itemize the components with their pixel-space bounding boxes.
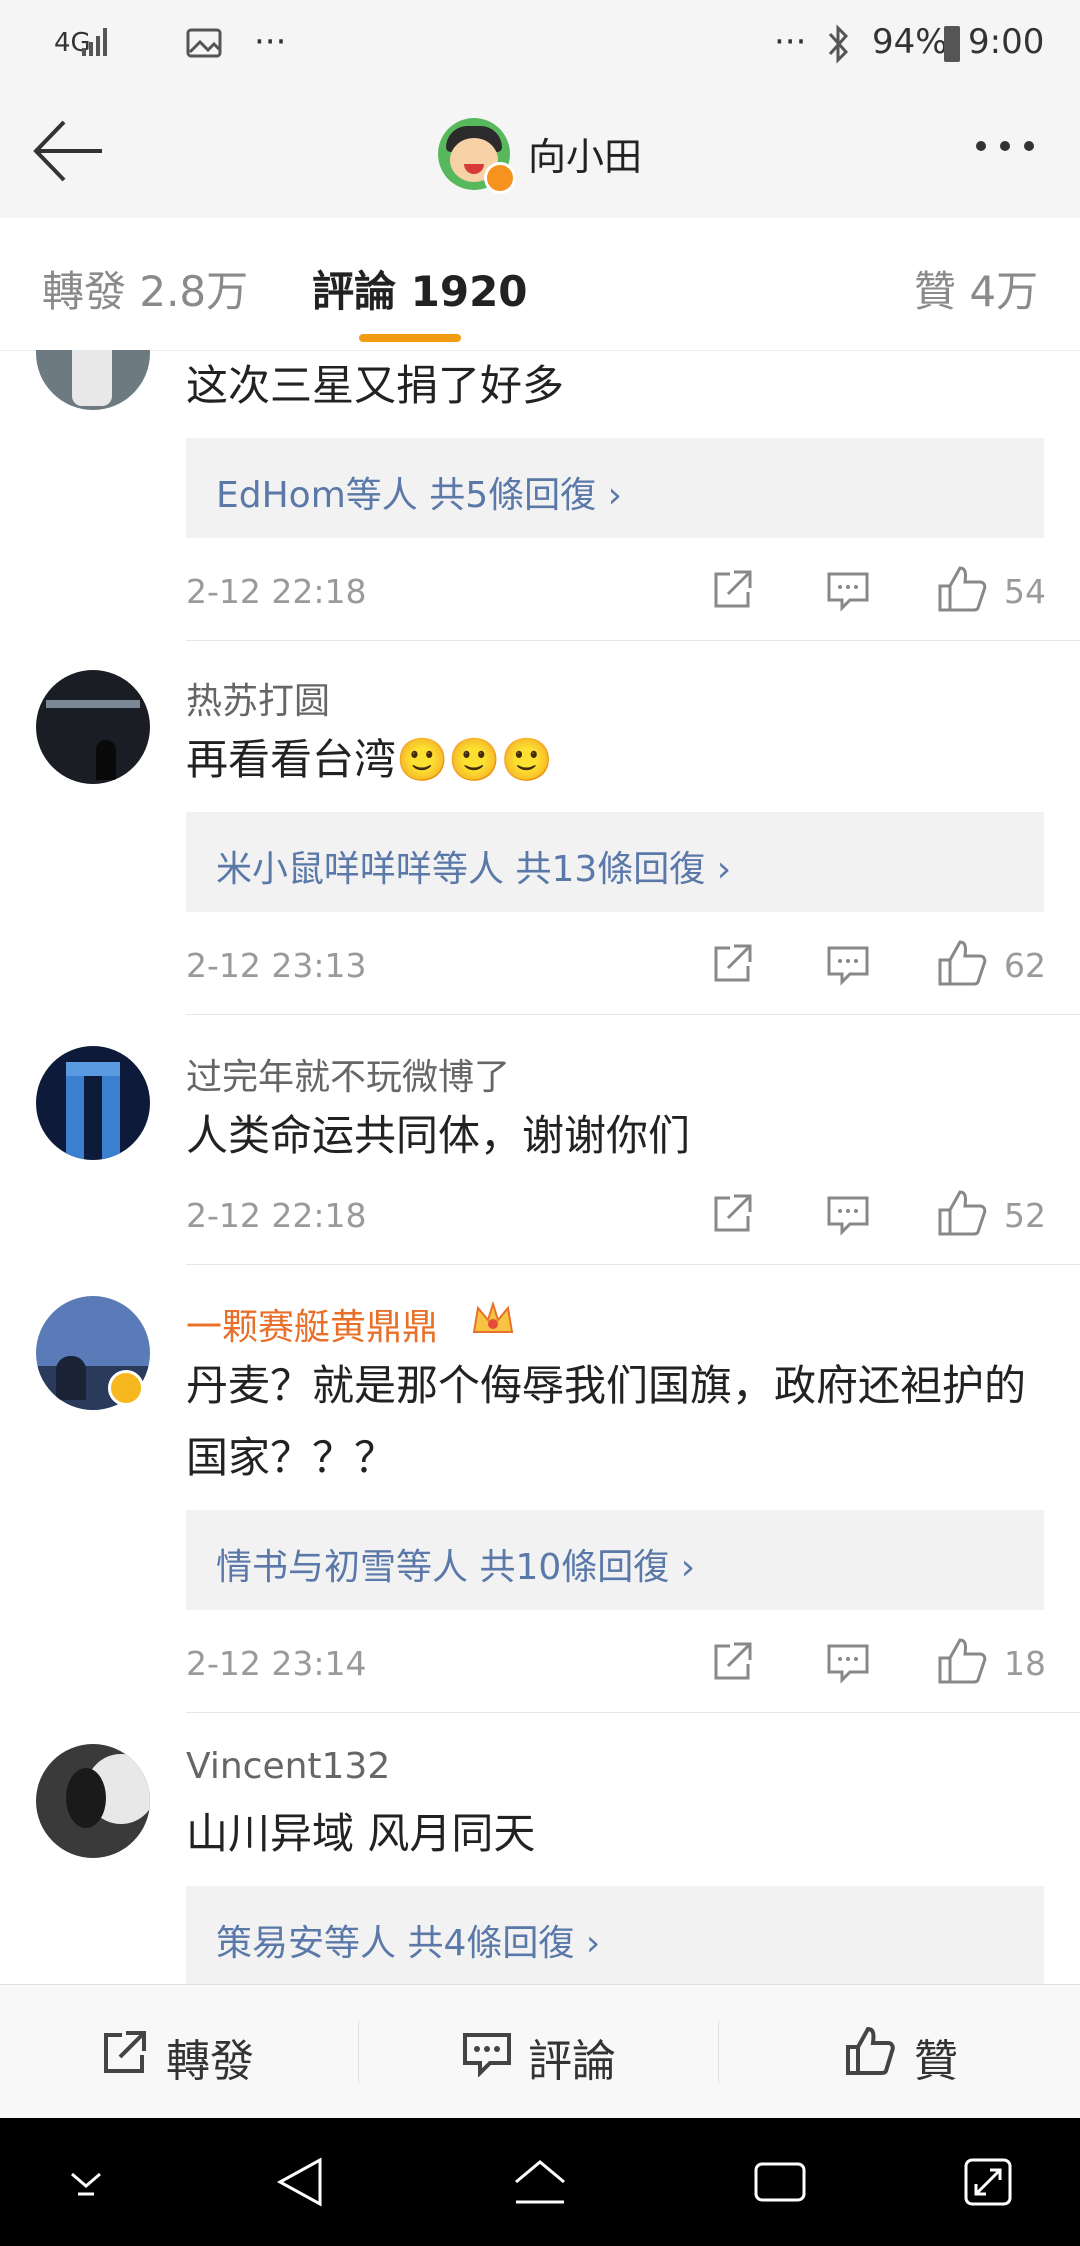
divider	[186, 1014, 1080, 1015]
comment-text: 人类命运共同体，谢谢你们	[186, 1111, 691, 1160]
like-icon[interactable]	[936, 1188, 988, 1238]
battery-percent: 94%	[872, 22, 948, 62]
verified-badge-icon	[108, 1370, 144, 1406]
system-nav-bar	[0, 2118, 1080, 2246]
back-arrow-icon[interactable]	[30, 118, 106, 184]
replies-summary[interactable]: 米小鼠咩咩咩等人 共13條回復 ›	[186, 812, 1044, 912]
comment-text: 山川异域 风月同天	[186, 1809, 536, 1858]
replies-summary[interactable]: 策易安等人 共4條回復 ›	[186, 1886, 1044, 1984]
crown-badge-icon	[472, 1300, 514, 1333]
comment-icon	[463, 2033, 511, 2077]
rotate-screen-icon[interactable]	[962, 2154, 1014, 2210]
bluetooth-icon	[828, 24, 849, 64]
commenter-name[interactable]: 热苏打圆	[186, 672, 330, 724]
commenter-name[interactable]: Vincent132	[186, 1746, 390, 1787]
battery-icon	[944, 26, 960, 62]
like-count: 52	[1004, 1196, 1046, 1235]
commenter-name[interactable]: 一颗赛艇黄鼎鼎	[186, 1298, 438, 1350]
repost-label: 轉發	[166, 2036, 254, 2087]
like-icon	[846, 2026, 895, 2075]
verified-badge-icon	[484, 162, 516, 194]
replies-summary[interactable]: EdHom等人 共5條回復 ›	[186, 438, 1044, 538]
comment-text: 丹麦？就是那个侮辱我们国旗，政府还袒护的国家？？？	[186, 1361, 1027, 1482]
commenter-avatar[interactable]	[36, 1046, 150, 1160]
like-count: 18	[1004, 1644, 1046, 1683]
comment-label: 評論	[528, 2036, 616, 2087]
reply-count: 共4條回復 ›	[407, 1923, 601, 1964]
share-icon[interactable]	[710, 568, 756, 612]
recent-apps-icon[interactable]	[752, 2158, 808, 2206]
hide-keyboard-icon[interactable]	[66, 2164, 106, 2198]
like-icon[interactable]	[936, 1636, 988, 1686]
share-icon[interactable]	[710, 1640, 756, 1684]
reply-count: 共5條回復 ›	[429, 475, 622, 516]
notification-dots: ···	[254, 22, 287, 62]
comment-time: 2-12 22:18	[186, 1196, 367, 1235]
clock: 9:00	[968, 22, 1045, 62]
share-icon[interactable]	[710, 1192, 756, 1236]
reply-icon[interactable]	[826, 1642, 870, 1684]
top-header: 向小田	[0, 90, 1080, 219]
tab-likes[interactable]: 贊 4万	[914, 258, 1038, 319]
commenter-name[interactable]: 过完年就不玩微博了	[186, 1048, 510, 1100]
more-options-icon[interactable]	[976, 136, 1048, 155]
reply-users: 米小鼠咩咩咩等人	[216, 849, 505, 890]
commenter-avatar[interactable]	[36, 670, 150, 784]
divider	[358, 2021, 359, 2083]
divider	[186, 640, 1080, 641]
bottom-action-bar: 轉發 評論 贊	[0, 1984, 1080, 2119]
reply-users: 情书与初雪等人	[216, 1547, 469, 1588]
comment-time: 2-12 22:18	[186, 572, 367, 611]
reply-users: 策易安等人	[216, 1923, 397, 1964]
reply-icon[interactable]	[826, 1194, 870, 1236]
comment-time: 2-12 23:13	[186, 946, 367, 985]
comment-text: 这次三星又捐了好多	[186, 361, 565, 410]
signal-icon	[82, 28, 107, 56]
like-icon[interactable]	[936, 938, 988, 988]
tab-reposts[interactable]: 轉發 2.8万	[42, 258, 248, 319]
author-name[interactable]: 向小田	[528, 126, 642, 181]
like-icon[interactable]	[936, 564, 988, 614]
tab-comments[interactable]: 評論 1920	[312, 258, 528, 319]
image-icon	[186, 28, 222, 58]
back-nav-icon[interactable]	[274, 2154, 326, 2210]
reply-users: EdHom等人	[216, 475, 418, 516]
divider	[718, 2021, 719, 2083]
like-count: 54	[1004, 572, 1046, 611]
more-status-dots: ···	[774, 22, 807, 62]
status-bar: 4G ··· ··· 94% 9:00	[0, 0, 1080, 90]
home-nav-icon[interactable]	[510, 2154, 570, 2210]
repost-icon	[104, 2031, 146, 2073]
commenter-avatar[interactable]	[36, 1744, 150, 1858]
divider	[186, 1264, 1080, 1265]
tab-bar: 轉發 2.8万 評論 1920 贊 4万	[0, 218, 1080, 351]
divider	[186, 1712, 1080, 1713]
reply-icon[interactable]	[826, 570, 870, 612]
like-label: 贊	[914, 2036, 958, 2087]
like-button[interactable]: 贊	[844, 2015, 1004, 2089]
active-tab-indicator	[359, 334, 461, 342]
comment-button[interactable]: 評論	[458, 2015, 658, 2089]
share-icon[interactable]	[710, 942, 756, 986]
replies-summary[interactable]: 情书与初雪等人 共10條回復 ›	[186, 1510, 1044, 1610]
reply-count: 共10條回復 ›	[479, 1547, 696, 1588]
comment-text: 再看看台湾🙂🙂🙂	[186, 735, 553, 784]
reply-count: 共13條回復 ›	[515, 849, 732, 890]
reply-icon[interactable]	[826, 944, 870, 986]
repost-button[interactable]: 轉發	[96, 2015, 296, 2089]
comment-time: 2-12 23:14	[186, 1644, 367, 1683]
like-count: 62	[1004, 946, 1046, 985]
